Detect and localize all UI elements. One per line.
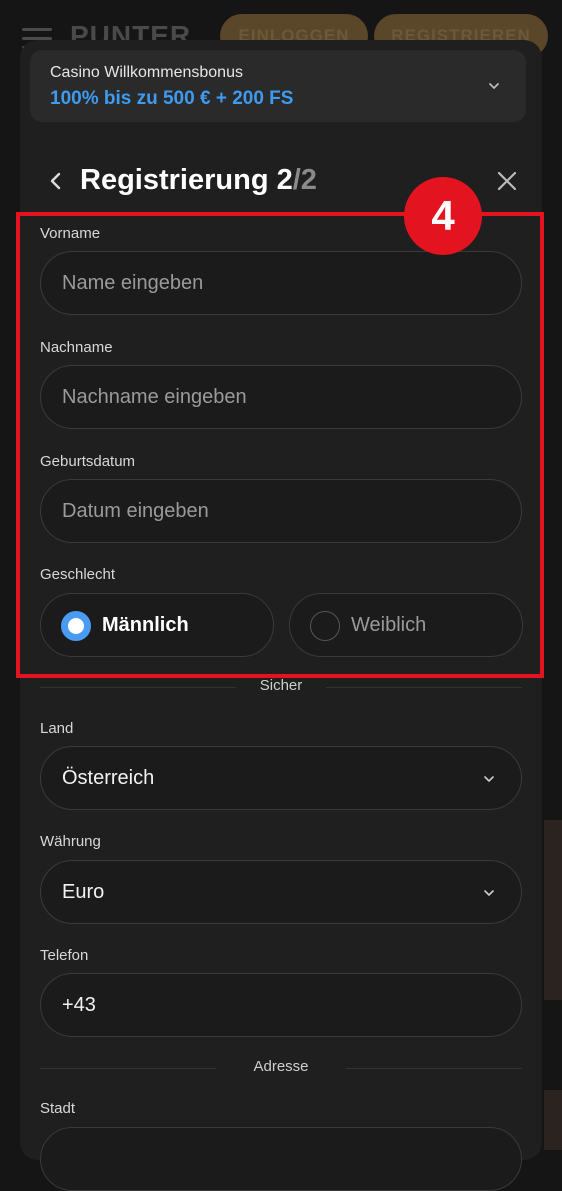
back-arrow-icon[interactable] <box>46 170 66 192</box>
phone-label: Telefon <box>40 947 89 964</box>
annotation-step-badge: 4 <box>404 177 482 255</box>
modal-title: Registrierung 2/2 <box>80 164 317 197</box>
bonus-value: 100% bis zu 500 € + 200 FS <box>50 88 294 109</box>
chevron-down-icon <box>484 890 494 896</box>
city-input[interactable] <box>40 1127 522 1191</box>
bonus-title: Casino Willkommensbonus <box>50 64 243 81</box>
section-divider: Sicher <box>40 677 522 697</box>
currency-label: Währung <box>40 833 101 850</box>
divider-label: Adresse <box>253 1058 309 1075</box>
background-game-thumbnail <box>544 820 562 1000</box>
currency-value: Euro <box>62 881 105 903</box>
city-label: Stadt <box>40 1100 76 1117</box>
title-text: Registrierung 2 <box>80 164 293 196</box>
country-label: Land <box>40 720 74 737</box>
phone-value: +43 <box>62 994 96 1016</box>
country-select[interactable]: Österreich <box>40 746 522 810</box>
annotation-highlight-box <box>16 212 544 678</box>
currency-select[interactable]: Euro <box>40 860 522 924</box>
bonus-dropdown[interactable]: Casino Willkommensbonus 100% bis zu 500 … <box>30 50 526 122</box>
chevron-down-icon <box>489 83 499 89</box>
divider-label: Sicher <box>259 677 303 694</box>
country-value: Österreich <box>62 767 155 789</box>
phone-input[interactable]: +43 <box>40 973 522 1037</box>
chevron-down-icon <box>484 776 494 782</box>
close-icon[interactable] <box>496 170 518 192</box>
section-divider: Adresse <box>40 1058 522 1078</box>
background-game-thumbnail <box>544 1090 562 1150</box>
step-total: /2 <box>292 164 317 196</box>
